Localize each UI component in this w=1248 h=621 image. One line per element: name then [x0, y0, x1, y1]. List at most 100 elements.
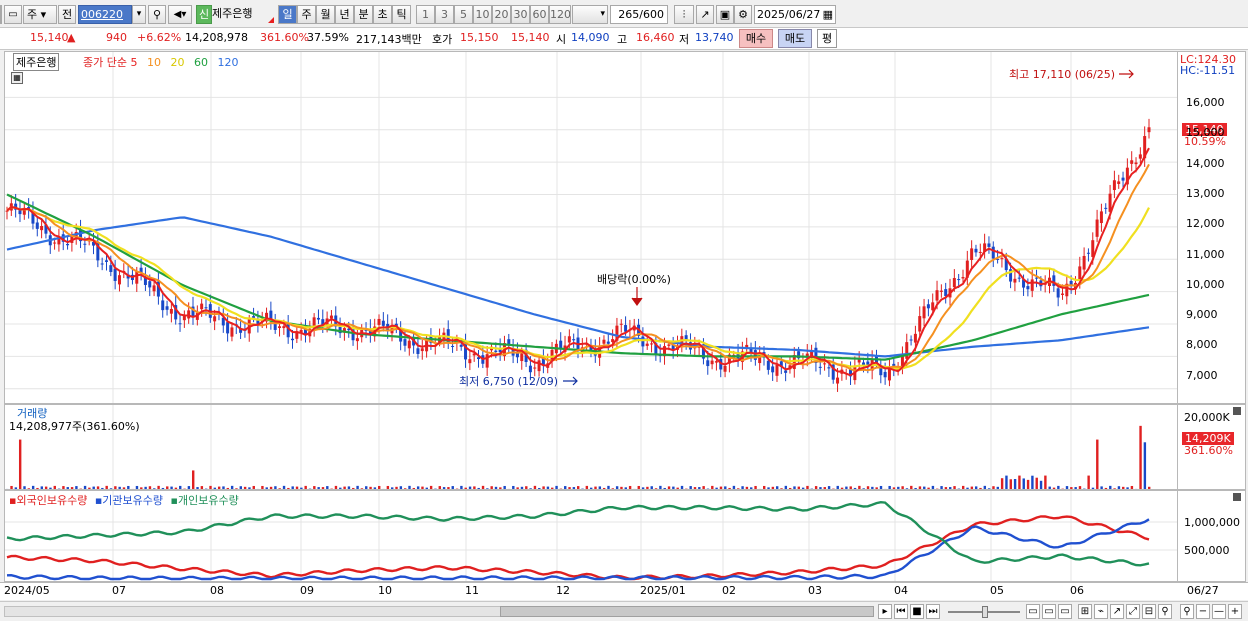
volume-pane[interactable]: 거래량 14,208,977주(361.60%): [4, 404, 1178, 490]
candle-body-11: [53, 242, 57, 244]
candle-body-225: [978, 251, 982, 253]
low-price: 13,740: [695, 31, 734, 44]
save-icon[interactable]: ▣: [716, 5, 734, 24]
volume-bar-262: [1139, 425, 1142, 489]
interval-60-button[interactable]: 60: [530, 5, 549, 24]
candle-body-95: [416, 348, 420, 354]
holdings-pane[interactable]: ▪외국인보유수량 ▪기관보유수량 ▪개인보유수량: [4, 490, 1178, 582]
layout-3-icon[interactable]: ▭: [1058, 604, 1072, 619]
candle-body-26: [117, 275, 121, 285]
price-tick-3: 13,000: [1186, 186, 1225, 200]
tool-2-icon[interactable]: ↗: [1110, 604, 1124, 619]
candle-body-105: [459, 344, 463, 347]
interval-120-button[interactable]: 120: [549, 5, 571, 24]
high-label: 고: [617, 33, 628, 46]
period-5-button[interactable]: 초: [373, 5, 392, 24]
buy-button[interactable]: 매수: [739, 29, 773, 48]
interval-30-button[interactable]: 30: [511, 5, 530, 24]
candle-body-233: [1013, 278, 1017, 283]
plus-icon[interactable]: +: [1228, 604, 1242, 619]
date-label-7: 2025/01: [640, 584, 686, 597]
compare-icon[interactable]: ⊞: [1078, 604, 1092, 619]
speaker-icon[interactable]: ◀▾: [168, 5, 192, 24]
scroll-thumb[interactable]: [500, 606, 874, 617]
date-input[interactable]: 2025/06/27 ▦: [754, 5, 836, 24]
candle-body-7: [35, 222, 39, 229]
tool-5-icon[interactable]: ⚲: [1158, 604, 1172, 619]
eval-button[interactable]: 평: [817, 29, 837, 48]
candle-body-103: [451, 345, 455, 347]
draw-tool-icon[interactable]: ↗: [696, 5, 714, 24]
date-value: 2025/06/27: [757, 8, 821, 21]
date-label-2: 08: [210, 584, 224, 597]
candle-body-66: [291, 338, 294, 341]
volume-axis: 20,000K 14,209K 361.60%: [1178, 404, 1246, 490]
tool-1-icon[interactable]: ⌁: [1094, 604, 1108, 619]
candle-body-244: [1060, 293, 1064, 295]
candle-body-254: [1104, 207, 1108, 209]
layout-1-icon[interactable]: ▭: [1026, 604, 1040, 619]
zoom-slider-thumb[interactable]: [982, 606, 988, 618]
ref-button[interactable]: 전: [58, 5, 76, 24]
holdings-legend: ▪외국인보유수량 ▪기관보유수량 ▪개인보유수량: [9, 492, 239, 508]
chart-menu-icon[interactable]: ▦: [11, 72, 23, 84]
holdings-line-0: [6, 515, 1150, 581]
period-4-button[interactable]: 분: [354, 5, 373, 24]
layout-2-icon[interactable]: ▭: [1042, 604, 1056, 619]
period-3-button[interactable]: 년: [335, 5, 354, 24]
candle-body-176: [766, 360, 770, 370]
period-6-button[interactable]: 틱: [392, 5, 411, 24]
candle-body-24: [109, 265, 113, 272]
tool-4-icon[interactable]: ⊟: [1142, 604, 1156, 619]
tool-3-icon[interactable]: ⤢: [1126, 604, 1140, 619]
first-icon[interactable]: ⏮: [894, 604, 908, 619]
stop-icon[interactable]: ■: [910, 604, 924, 619]
change: 940: [106, 31, 127, 44]
period-0-button[interactable]: 일: [278, 5, 297, 24]
candle-body-22: [100, 263, 104, 265]
calendar-icon[interactable]: ▦: [823, 6, 833, 23]
date-axis-end: 06/27: [1187, 584, 1219, 597]
interval-5-button[interactable]: 5: [454, 5, 473, 24]
period-1-button[interactable]: 주: [297, 5, 316, 24]
layout-icon[interactable]: ▭: [4, 5, 22, 24]
holdings-pane-close-icon[interactable]: [1233, 493, 1241, 501]
up-arrow-icon: ▲: [67, 31, 76, 44]
stock-name: 제주은행: [212, 7, 253, 20]
interval-input[interactable]: ▾: [572, 5, 608, 24]
sell-button[interactable]: 매도: [778, 29, 812, 48]
count-input[interactable]: 265/600: [610, 5, 668, 24]
interval-10-button[interactable]: 10: [473, 5, 492, 24]
date-label-5: 11: [465, 584, 479, 597]
candle-body-221: [961, 277, 965, 279]
candle-type-icon[interactable]: ⫶: [674, 5, 694, 24]
interval-1-button[interactable]: 1: [416, 5, 435, 24]
code-dropdown-icon[interactable]: ▾: [132, 5, 146, 24]
scroll-right-icon[interactable]: ▸: [878, 604, 892, 619]
settings-gear-icon[interactable]: ⚙: [734, 5, 752, 24]
price-chart-pane[interactable]: 제주은행 종가 단순 5 10 20 60 120 ▦ 최고 17,110 (0…: [4, 51, 1178, 404]
volume-pane-close-icon[interactable]: [1233, 407, 1241, 415]
interval-20-button[interactable]: 20: [492, 5, 511, 24]
toolbar: ▭ 주 ▾ 전 006220 ▾ ⚲ ◀▾ 신 제주은행 ▾ 265/600 ⫶…: [0, 0, 1248, 28]
stock-code-input[interactable]: 006220: [78, 5, 132, 24]
candle-body-93: [407, 340, 411, 349]
last-icon[interactable]: ⏭: [926, 604, 940, 619]
market-dropdown[interactable]: 주 ▾: [23, 5, 57, 24]
minus-icon[interactable]: −: [1196, 604, 1210, 619]
holdings-tick-500k: 500,000: [1184, 544, 1230, 557]
interval-3-button[interactable]: 3: [435, 5, 454, 24]
candle-body-45: [200, 303, 204, 310]
candle-body-46: [204, 307, 208, 309]
zoom-out-icon[interactable]: ⚲: [1180, 604, 1194, 619]
search-icon[interactable]: ⚲: [148, 5, 166, 24]
candle-body-23: [104, 260, 108, 262]
candle-body-119: [520, 353, 524, 362]
line-icon[interactable]: —: [1212, 604, 1226, 619]
low-annotation: 최저 6,750 (12/09): [459, 375, 559, 388]
period-2-button[interactable]: 월: [316, 5, 335, 24]
holdings-tick-1m: 1,000,000: [1184, 516, 1240, 529]
candle-body-75: [329, 315, 333, 319]
price-tick-6: 10,000: [1186, 277, 1225, 291]
candle-body-149: [650, 343, 654, 345]
